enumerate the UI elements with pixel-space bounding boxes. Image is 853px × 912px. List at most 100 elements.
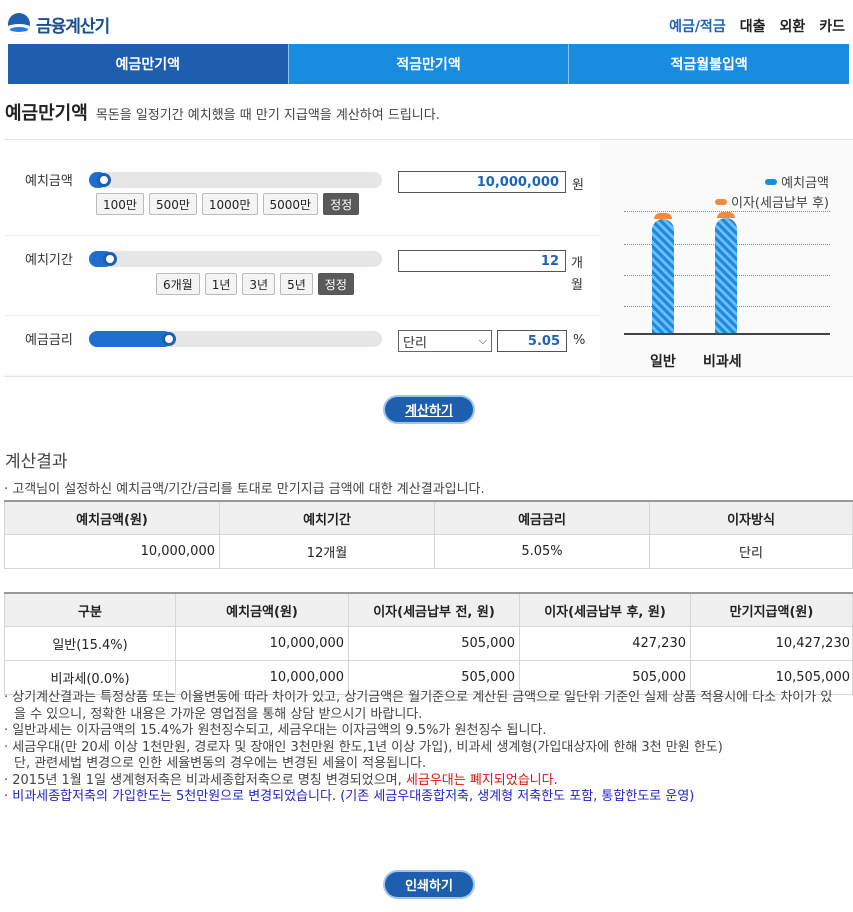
table-row: 일반(15.4%) 10,000,000 505,000 427,230 10,… — [4, 626, 853, 661]
detail-cell: 10,427,230 — [690, 626, 853, 661]
note-text: · 2015년 1월 1일 생계형저축은 비과세종합저축으로 명칭 변경되었으며… — [4, 772, 406, 788]
deposit-reset-button[interactable]: 정정 — [323, 193, 360, 215]
print-button[interactable]: 인쇄하기 — [385, 872, 473, 897]
x-label-taxfree: 비과세 — [703, 354, 742, 370]
bar-taxfree-deposit — [715, 218, 737, 333]
rate-input[interactable]: 5.05 — [497, 330, 567, 352]
detail-cell: 427,230 — [519, 626, 691, 661]
detail-cell: 일반(15.4%) — [4, 626, 176, 661]
result-note: · 고객님이 설정하신 예치금액/기간/금리를 토대로 만기지급 금액에 대한 … — [4, 482, 485, 497]
detail-table: 구분 예치금액(원) 이자(세금납부 전, 원) 이자(세금납부 후, 원) 만… — [4, 592, 853, 695]
note-item: · 일반과세는 이자금액의 15.4%가 원천징수되고, 세금우대는 이자금액의… — [4, 723, 547, 738]
calculate-button-label: 계산하기 — [405, 404, 453, 419]
summary-header: 예치기간 — [219, 500, 435, 535]
deposit-5000man-button[interactable]: 5000만 — [262, 193, 319, 215]
period-reset-button[interactable]: 정정 — [317, 273, 354, 295]
period-3year-button[interactable]: 3년 — [242, 273, 276, 295]
rate-unit: % — [573, 333, 586, 348]
deposit-1000man-button[interactable]: 1000만 — [201, 193, 258, 215]
input-area: 예치금액 100만 500만 1000만 5000만 정정 10,000,000… — [4, 140, 600, 374]
rate-slider[interactable] — [89, 331, 382, 347]
period-5year-button[interactable]: 5년 — [280, 273, 313, 295]
logo[interactable]: 금융계산기 — [8, 10, 110, 38]
summary-deposit: 10,000,000 — [4, 534, 220, 569]
deposit-label: 예치금액 — [25, 174, 73, 189]
page-header: 예금만기액 목돈을 일정기간 예치했을 때 만기 지급액을 계산하여 드립니다. — [5, 99, 440, 125]
legend-deposit-swatch — [765, 178, 778, 185]
detail-header: 예치금액(원) — [175, 592, 349, 627]
period-slider[interactable] — [89, 251, 382, 267]
x-label-general: 일반 — [650, 354, 676, 370]
legend-deposit: 예치금액 — [765, 172, 829, 191]
deposit-100man-button[interactable]: 100만 — [96, 193, 144, 215]
top-nav: 예금/적금 대출 외환 카드 — [669, 16, 845, 36]
detail-header: 구분 — [4, 592, 176, 627]
period-quick-buttons: 6개월 1년 3년 5년 정정 — [156, 273, 354, 295]
deposit-amount-input[interactable]: 10,000,000 — [398, 171, 566, 193]
period-slider-handle[interactable] — [103, 252, 117, 266]
nav-loan[interactable]: 대출 — [740, 16, 766, 36]
nav-deposit-savings[interactable]: 예금/적금 — [669, 16, 726, 36]
rate-slider-fill — [89, 331, 172, 347]
legend-interest-label: 이자(세금납부 후) — [731, 196, 829, 211]
summary-rate: 5.05% — [434, 534, 650, 569]
period-1year-button[interactable]: 1년 — [204, 273, 238, 295]
x-axis — [624, 333, 830, 335]
legend-interest-swatch — [715, 198, 727, 205]
detail-header: 만기지급액(원) — [690, 592, 853, 627]
deposit-slider[interactable] — [89, 172, 382, 188]
note-item: · 비과세종합저축의 가입한도는 5천만원으로 변경되었습니다. (기존 세금우… — [4, 789, 695, 804]
detail-cell: 505,000 — [348, 626, 520, 661]
note-item: · 2015년 1월 1일 생계형저축은 비과세종합저축으로 명칭 변경되었으며… — [4, 773, 844, 790]
note-item: · 세금우대(만 20세 이상 1천만원, 경로자 및 장애인 3천만원 한도,… — [4, 739, 723, 755]
period-input[interactable]: 12 — [398, 250, 566, 272]
deposit-slider-handle[interactable] — [97, 173, 111, 187]
bar-taxfree — [715, 212, 737, 333]
summary-header-row: 예치금액(원) 예치기간 예금금리 이자방식 — [4, 500, 853, 535]
notes: · 상기계산결과는 특정상품 또는 이율변동에 따라 차이가 있고, 상기금액은… — [4, 690, 844, 806]
tab-savings-monthly[interactable]: 적금월불입액 — [569, 44, 850, 84]
detail-header: 이자(세금납부 전, 원) — [348, 592, 520, 627]
nav-card[interactable]: 카드 — [819, 16, 845, 36]
period-6month-button[interactable]: 6개월 — [156, 273, 200, 295]
deposit-quick-buttons: 100만 500만 1000만 5000만 정정 — [96, 193, 360, 215]
note-highlight: 세금우대는 폐지되었습니다. — [405, 772, 558, 788]
detail-header-row: 구분 예치금액(원) 이자(세금납부 전, 원) 이자(세금납부 후, 원) 만… — [4, 592, 853, 627]
summary-table: 예치금액(원) 예치기간 예금금리 이자방식 10,000,000 12개월 5… — [4, 500, 853, 569]
summary-header: 이자방식 — [649, 500, 853, 535]
deposit-500man-button[interactable]: 500만 — [148, 193, 197, 215]
logo-icon — [8, 13, 30, 35]
rate-slider-handle[interactable] — [162, 332, 176, 346]
result-title: 계산결과 — [5, 452, 68, 472]
note-item: · 상기계산결과는 특정상품 또는 이율변동에 따라 차이가 있고, 상기금액은… — [4, 690, 833, 722]
detail-cell: 10,000,000 — [175, 626, 349, 661]
period-unit: 개월 — [571, 256, 583, 293]
tab-savings-maturity[interactable]: 적금만기액 — [288, 44, 570, 84]
interest-type-select[interactable]: 단리 ⌵ — [398, 330, 492, 352]
period-label: 예치기간 — [25, 253, 73, 268]
legend-deposit-label: 예치금액 — [781, 176, 829, 191]
summary-header: 예치금액(원) — [4, 500, 220, 535]
table-row: 10,000,000 12개월 5.05% 단리 — [4, 534, 853, 569]
rate-label: 예금금리 — [25, 333, 73, 348]
summary-method: 단리 — [649, 534, 853, 569]
summary-period: 12개월 — [219, 534, 435, 569]
result-chart: 예치금액 이자(세금납부 후) 일반 비과세 — [604, 140, 849, 374]
chevron-down-icon: ⌵ — [478, 334, 487, 347]
bar-general-deposit — [652, 219, 674, 333]
deposit-unit: 원 — [572, 178, 584, 193]
summary-header: 예금금리 — [434, 500, 650, 535]
note-item: 단, 관련세법 변경으로 인한 세율변동의 경우에는 변경된 세율이 적용됩니다… — [14, 756, 427, 771]
calculator-tabs: 예금만기액 적금만기액 적금월불입액 — [8, 44, 850, 84]
interest-type-value: 단리 — [403, 335, 427, 351]
page-title: 예금만기액 — [5, 103, 88, 124]
tab-deposit-maturity[interactable]: 예금만기액 — [8, 44, 289, 84]
print-button-label: 인쇄하기 — [405, 879, 453, 894]
calculate-button[interactable]: 계산하기 — [385, 397, 473, 422]
page-description: 목돈을 일정기간 예치했을 때 만기 지급액을 계산하여 드립니다. — [95, 108, 440, 123]
bar-general — [652, 213, 674, 333]
legend-interest: 이자(세금납부 후) — [715, 192, 829, 211]
nav-exchange[interactable]: 외환 — [779, 16, 805, 36]
row-divider — [4, 235, 600, 236]
row-divider — [4, 315, 600, 316]
